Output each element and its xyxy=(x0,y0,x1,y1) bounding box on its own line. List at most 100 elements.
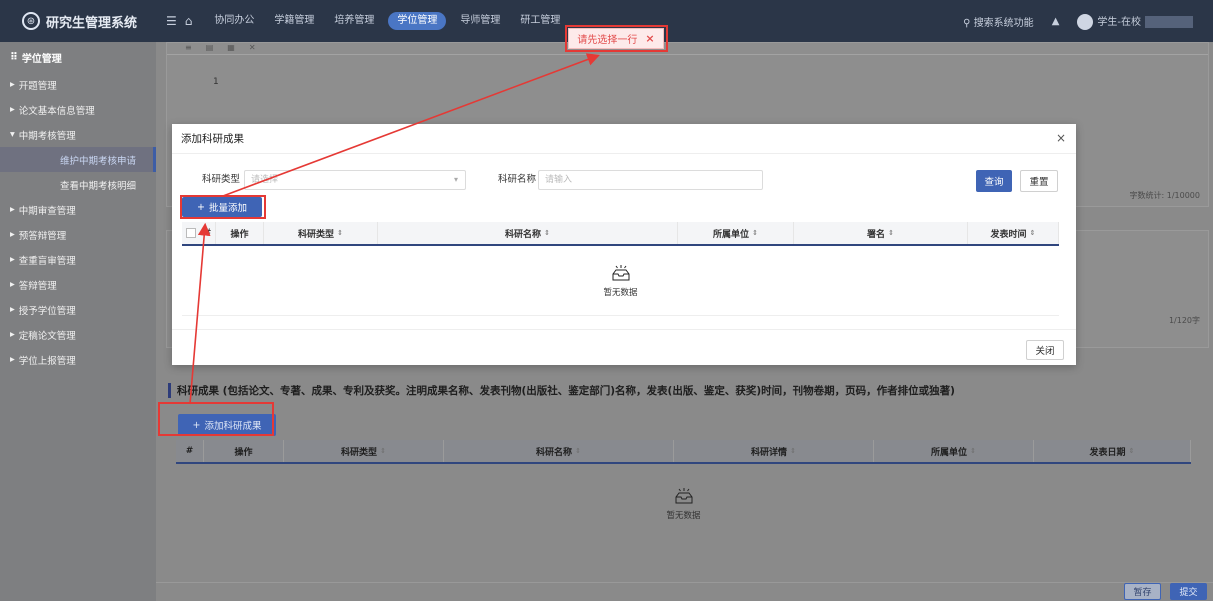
modal-close-icon[interactable]: × xyxy=(1056,131,1066,145)
sidebar-item-label: 答辩管理 xyxy=(18,280,57,292)
annotation-box-add xyxy=(158,402,274,436)
column-header[interactable]: 所属单位 ⇕ xyxy=(874,440,1034,462)
column-header[interactable]: 发表时间 ⇕ xyxy=(968,222,1059,244)
user-menu[interactable]: 学生-在校 xyxy=(1077,13,1193,30)
nav-item[interactable]: 培养管理 xyxy=(324,0,384,42)
column-header-label: # xyxy=(203,228,212,238)
column-header-label: 操作 xyxy=(234,447,253,458)
column-header-label: 科研详情 xyxy=(751,447,788,458)
sidebar: ⠿ 学位管理 ▸ 开题管理 ▸ 论文基本信息管理 ▾ 中期考核管理 维护中期考核申请 查看中期… xyxy=(0,42,156,601)
sort-icon[interactable]: ⇕ xyxy=(752,229,758,237)
sort-icon[interactable]: ⇕ xyxy=(575,447,581,455)
column-header[interactable]: # xyxy=(182,222,216,244)
chevron-down-icon: ▾ xyxy=(10,129,15,140)
results-empty-text: 暂无数据 xyxy=(666,511,701,521)
name-input[interactable]: 请输入 xyxy=(538,170,763,190)
submit-button[interactable]: 提交 xyxy=(1170,583,1207,600)
home-icon[interactable]: ⌂ xyxy=(185,14,193,28)
app-title: 研究生管理系统 xyxy=(46,15,138,31)
type-select[interactable]: 请选择 ▾ xyxy=(244,170,466,190)
select-all-checkbox[interactable] xyxy=(185,228,196,238)
column-header[interactable]: # xyxy=(176,440,204,462)
chevron-down-icon: ▾ xyxy=(453,175,458,184)
toolbar-icon[interactable]: ≡ xyxy=(185,43,192,54)
modal-close-button[interactable]: 关闭 xyxy=(1026,340,1064,360)
nav-item[interactable]: 导师管理 xyxy=(450,0,510,42)
nav-item[interactable]: 学位管理 xyxy=(388,12,447,30)
column-header-label: # xyxy=(185,446,194,456)
sort-icon[interactable]: ⇕ xyxy=(790,447,796,455)
modal-empty-text: 暂无数据 xyxy=(603,287,638,298)
nav-item[interactable]: 学籍管理 xyxy=(264,0,324,42)
bell-icon[interactable]: ▲ xyxy=(1052,16,1060,27)
type-placeholder: 请选择 xyxy=(251,175,279,185)
column-header[interactable]: 所属单位 ⇕ xyxy=(678,222,794,244)
column-header-label: 科研名称 xyxy=(536,447,573,458)
sidebar-item[interactable]: ▸ 开题管理 xyxy=(0,72,156,97)
sidebar-item-label: 中期审查管理 xyxy=(18,205,76,217)
editor-toolbar: ≡ ▤ ▦ ✕ xyxy=(167,43,1208,55)
search-box[interactable]: ⚲ 搜索系统功能 xyxy=(963,14,1034,29)
sidebar-subitem[interactable]: 查看中期考核明细 xyxy=(0,172,156,197)
sidebar-header-label: 学位管理 xyxy=(21,53,62,65)
column-header-label: 操作 xyxy=(230,229,249,240)
grid-icon: ⠿ xyxy=(10,51,18,63)
toolbar-icon[interactable]: ▤ xyxy=(206,43,214,54)
column-header[interactable]: 科研类型 ⇕ xyxy=(284,440,444,462)
modal-table: # 操作 科研类型 ⇕ 科研名称 ⇕ 所属单位 ⇕ 署名 ⇕ 发表时间 ⇕ 暂无数据 xyxy=(182,222,1059,316)
app-logo[interactable]: ⊛ 研究生管理系统 xyxy=(0,0,158,42)
column-header[interactable]: 科研类型 ⇕ xyxy=(264,222,378,244)
column-header-label: 署名 xyxy=(867,229,886,240)
sidebar-item[interactable]: ▸ 授予学位管理 xyxy=(0,297,156,322)
column-header-label: 所属单位 xyxy=(931,447,968,458)
sort-icon[interactable]: ⇕ xyxy=(380,447,386,455)
sidebar-item-label: 学位上报管理 xyxy=(18,355,76,367)
modal-footer: 关闭 xyxy=(172,329,1076,365)
sidebar-item[interactable]: ▸ 答辩管理 xyxy=(0,272,156,297)
sidebar-subitem[interactable]: 维护中期考核申请 xyxy=(0,147,156,172)
nav-item[interactable]: 协同办公 xyxy=(204,0,264,42)
toast-close-icon[interactable]: × xyxy=(645,32,654,45)
modal-title: 添加科研成果 xyxy=(181,133,244,145)
column-header[interactable]: 科研名称 ⇕ xyxy=(444,440,674,462)
column-header[interactable]: 发表日期 ⇕ xyxy=(1034,440,1191,462)
sidebar-item[interactable]: ▸ 查重盲审管理 xyxy=(0,247,156,272)
reset-button[interactable]: 重置 xyxy=(1020,170,1058,192)
column-header-label: 科研名称 xyxy=(505,229,542,240)
sidebar-item[interactable]: ▾ 中期考核管理 xyxy=(0,122,156,147)
sidebar-item[interactable]: ▸ 定稿论文管理 xyxy=(0,322,156,347)
sort-icon[interactable]: ⇕ xyxy=(888,229,894,237)
menu-icon[interactable]: ☰ xyxy=(166,14,177,28)
column-header[interactable]: 操作 xyxy=(216,222,264,244)
sort-icon[interactable]: ⇕ xyxy=(1030,229,1036,237)
column-header[interactable]: 科研详情 ⇕ xyxy=(674,440,874,462)
column-header[interactable]: 科研名称 ⇕ xyxy=(378,222,678,244)
char-count: 1/120字 xyxy=(1168,316,1200,325)
column-header[interactable]: 操作 xyxy=(204,440,284,462)
sort-icon[interactable]: ⇕ xyxy=(970,447,976,455)
sidebar-item-label: 预答辩管理 xyxy=(18,230,67,242)
toast-message: 请先选择一行 × xyxy=(568,28,664,49)
toolbar-icon[interactable]: ▦ xyxy=(227,43,235,54)
sidebar-item[interactable]: ▸ 中期审查管理 xyxy=(0,197,156,222)
sidebar-item[interactable]: ▸ 学位上报管理 xyxy=(0,347,156,372)
sidebar-item[interactable]: ▸ 预答辩管理 xyxy=(0,222,156,247)
type-label: 科研类型 xyxy=(202,174,241,185)
editor-line-number: 1 xyxy=(213,77,219,87)
sort-icon[interactable]: ⇕ xyxy=(337,229,343,237)
sort-icon[interactable]: ⇕ xyxy=(544,229,550,237)
sidebar-item-label: 定稿论文管理 xyxy=(18,330,76,342)
user-label: 学生-在校 xyxy=(1097,16,1141,28)
sort-icon[interactable]: ⇕ xyxy=(1129,447,1135,455)
search-label: 搜索系统功能 xyxy=(973,17,1034,29)
query-button[interactable]: 查询 xyxy=(976,170,1012,192)
save-draft-button[interactable]: 暂存 xyxy=(1124,583,1161,600)
modal-table-header: # 操作 科研类型 ⇕ 科研名称 ⇕ 所属单位 ⇕ 署名 ⇕ 发表时间 ⇕ xyxy=(182,222,1059,246)
sidebar-item[interactable]: ▸ 论文基本信息管理 xyxy=(0,97,156,122)
nav-item[interactable]: 研工管理 xyxy=(510,0,570,42)
empty-box-icon xyxy=(612,264,629,280)
toolbar-icon[interactable]: ✕ xyxy=(249,43,256,54)
column-header[interactable]: 署名 ⇕ xyxy=(794,222,968,244)
column-header-label: 发表日期 xyxy=(1089,447,1126,458)
results-empty-state: 暂无数据 xyxy=(176,464,1191,544)
